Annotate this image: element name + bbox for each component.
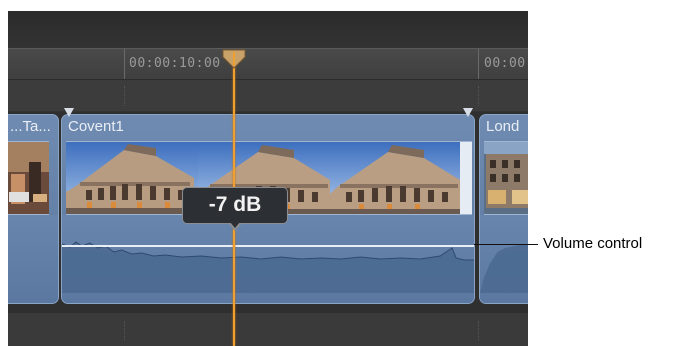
audio-waveform-area[interactable] (480, 215, 528, 303)
volume-control-line[interactable] (62, 245, 474, 247)
video-thumbnail (484, 142, 528, 214)
clip-left[interactable]: ...Ta... (8, 114, 59, 304)
audio-waveform-area[interactable] (62, 215, 474, 303)
video-thumbnail (8, 142, 49, 214)
clip-name: Lond (486, 118, 520, 135)
empty-lane (8, 313, 528, 346)
video-thumbnail (330, 142, 472, 214)
time-ruler[interactable]: 00:00:10:00 00:00 (8, 48, 528, 80)
audio-waveform-area[interactable] (8, 215, 58, 303)
volume-level-popup: -7 dB (182, 187, 288, 224)
callout-leader-line (474, 244, 538, 245)
volume-control-callout: Volume control (543, 235, 643, 252)
toolbar-strip (8, 11, 528, 48)
clip-name: ...Ta... (10, 118, 51, 135)
clip-marker-icon[interactable] (463, 108, 473, 117)
playhead-handle-icon[interactable] (222, 49, 246, 69)
clip-right[interactable]: Lond (479, 114, 528, 304)
ruler-tick (478, 49, 479, 79)
clip-filmstrip (484, 141, 528, 215)
ruler-timecode: 00:00 (484, 56, 526, 71)
ruler-tick (124, 49, 125, 79)
clip-name: Covent1 (68, 118, 124, 135)
clip-marker-icon[interactable] (64, 108, 74, 117)
audio-waveform (480, 244, 528, 293)
primary-storyline-lane (8, 80, 528, 112)
video-thumbnail (66, 142, 198, 214)
ruler-timecode: 00:00:10:00 (129, 56, 221, 71)
clip-filmstrip (8, 141, 49, 215)
timeline: 00:00:10:00 00:00 ...Ta... Covent1 Lond … (8, 11, 528, 346)
